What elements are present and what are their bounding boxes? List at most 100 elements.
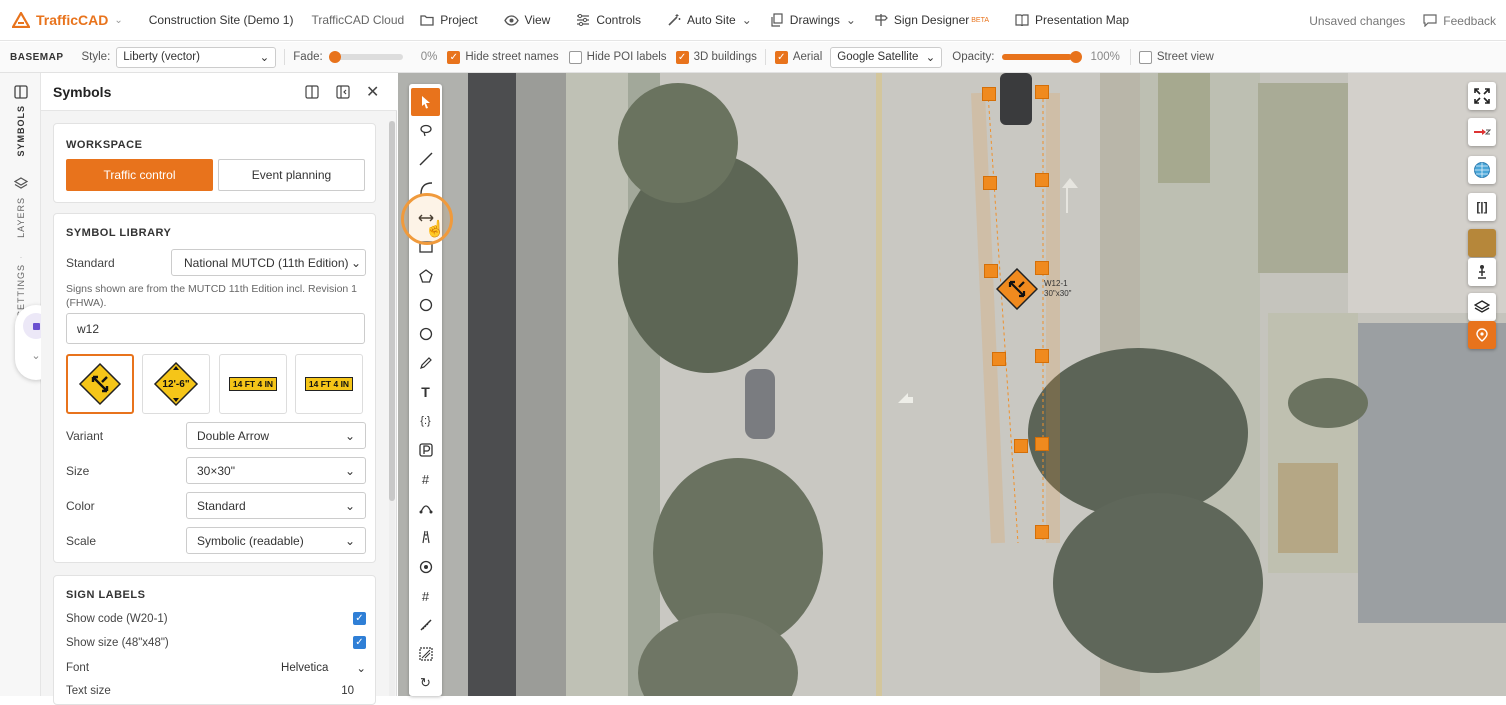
- lane-tool[interactable]: [411, 523, 440, 551]
- pencil-tool[interactable]: [411, 349, 440, 377]
- chevron-down-icon: ⌄: [114, 14, 123, 26]
- brand-menu[interactable]: TrafficCAD ⌄: [12, 12, 123, 28]
- nav-drawings[interactable]: Drawings ⌄: [770, 13, 856, 27]
- feedback-button[interactable]: Feedback: [1423, 14, 1496, 28]
- layers-button[interactable]: [1468, 293, 1496, 321]
- basemap-thumbnail[interactable]: [1468, 229, 1496, 257]
- ellipse-tool[interactable]: [411, 320, 440, 348]
- 3d-buildings-toggle[interactable]: ✓ 3D buildings: [675, 50, 757, 64]
- text-tool[interactable]: T: [411, 378, 440, 406]
- fade-slider-knob[interactable]: [328, 51, 341, 63]
- hide-poi-labels-toggle[interactable]: Hide POI labels: [568, 50, 667, 64]
- selection-handle[interactable]: [983, 176, 997, 190]
- opacity-slider[interactable]: [1002, 51, 1083, 63]
- sign-tile-w12-1[interactable]: [66, 354, 134, 414]
- opacity-slider-knob[interactable]: [1070, 51, 1083, 63]
- checkbox-unchecked[interactable]: [1138, 50, 1152, 64]
- sign-tile-height-rect[interactable]: 14 FT 4 IN: [219, 354, 287, 414]
- circle-tool[interactable]: [411, 291, 440, 319]
- selection-handle[interactable]: [992, 352, 1006, 366]
- show-size-checkbox[interactable]: ✓: [353, 636, 366, 649]
- polygon-tool[interactable]: [411, 262, 440, 290]
- nav-drawings-label: Drawings: [789, 13, 840, 27]
- street-view-toggle[interactable]: Street view: [1138, 50, 1214, 64]
- rail-crossing-icon: #: [421, 588, 430, 604]
- double-arrow-sign-icon: [78, 362, 122, 406]
- tile-3-text: 14 FT 4 IN: [228, 377, 278, 391]
- crosswalk-tool[interactable]: #: [411, 465, 440, 493]
- show-code-checkbox[interactable]: ✓: [353, 612, 366, 625]
- split-view-icon[interactable]: [305, 84, 319, 99]
- nav-auto-site[interactable]: Auto Site ⌄: [667, 13, 752, 27]
- sign-tile-clearance[interactable]: 12'-6": [142, 354, 210, 414]
- fullscreen-button[interactable]: [1468, 82, 1496, 110]
- nav-project[interactable]: Project: [420, 13, 478, 27]
- standard-select[interactable]: National MUTCD (11th Edition) ⌄: [171, 249, 366, 276]
- label-tool[interactable]: {:}: [411, 407, 440, 435]
- parking-tool[interactable]: [411, 436, 440, 464]
- rail-symbols-label: SYMBOLS: [15, 105, 26, 157]
- nav-presentation-map[interactable]: Presentation Map: [1015, 13, 1129, 27]
- checkbox-checked[interactable]: ✓: [774, 50, 788, 64]
- size-row: Size 30×30" ⌄: [66, 457, 366, 484]
- selection-handle[interactable]: [1035, 349, 1049, 363]
- rail-tab-layers[interactable]: LAYERS: [0, 177, 41, 238]
- street-view-button[interactable]: [1468, 258, 1496, 286]
- fade-slider[interactable]: [328, 51, 403, 63]
- sign-labels-card: SIGN LABELS Show code (W20-1) ✓ Show siz…: [53, 575, 376, 705]
- map-canvas[interactable]: W12-1 30"x30": [398, 73, 1506, 696]
- measure-tool[interactable]: [411, 611, 440, 639]
- placed-sign-icon[interactable]: [996, 268, 1038, 310]
- font-select[interactable]: Helvetica ⌄: [281, 661, 366, 675]
- symbol-search-input[interactable]: w12: [66, 313, 365, 344]
- selection-handle[interactable]: [1035, 173, 1049, 187]
- size-select[interactable]: 30×30" ⌄: [186, 457, 366, 484]
- nav-controls[interactable]: Controls: [576, 13, 641, 27]
- close-icon[interactable]: ✕: [366, 82, 379, 102]
- chevron-down-icon: ⌄: [259, 52, 270, 64]
- color-select[interactable]: Standard ⌄: [186, 492, 366, 519]
- checkbox-unchecked[interactable]: [568, 50, 582, 64]
- scale-select[interactable]: Symbolic (readable) ⌄: [186, 527, 366, 554]
- site-name[interactable]: Construction Site (Demo 1): [149, 13, 294, 27]
- selection-handle[interactable]: [1035, 85, 1049, 99]
- nav-view[interactable]: View: [503, 13, 550, 27]
- style-select[interactable]: Liberty (vector) ⌄: [116, 46, 277, 68]
- rail-tool[interactable]: #: [411, 582, 440, 610]
- checkbox-checked[interactable]: ✓: [447, 50, 461, 64]
- select-tool[interactable]: [411, 88, 440, 116]
- path-tool[interactable]: [411, 494, 440, 522]
- line-tool[interactable]: [411, 145, 440, 173]
- checkbox-checked[interactable]: ✓: [675, 50, 689, 64]
- rail-tab-symbols[interactable]: SYMBOLS: [0, 85, 41, 157]
- compass-button[interactable]: [1468, 118, 1496, 146]
- selection-handle[interactable]: [1035, 525, 1049, 539]
- traffic-control-button[interactable]: Traffic control: [66, 159, 213, 191]
- rotate-tool[interactable]: ↻: [411, 669, 440, 697]
- nav-sign-designer[interactable]: Sign Designer BETA: [874, 13, 989, 27]
- selection-handle[interactable]: [1014, 439, 1028, 453]
- lasso-tool[interactable]: [411, 116, 440, 144]
- cloud-link[interactable]: TrafficCAD Cloud: [311, 13, 404, 27]
- location-button[interactable]: [1468, 321, 1496, 349]
- aerial-toggle[interactable]: ✓ Aerial: [774, 50, 822, 64]
- hide-street-names-toggle[interactable]: ✓ Hide street names: [447, 50, 559, 64]
- collapse-panel-icon[interactable]: [336, 84, 350, 99]
- brackets-icon: {:}: [420, 415, 431, 427]
- sign-tile-height-arrow[interactable]: 14 FT 4 IN: [295, 354, 363, 414]
- scale-label: Scale: [66, 533, 97, 548]
- selection-handle[interactable]: [1035, 437, 1049, 451]
- show-code-row: Show code (W20-1) ✓: [66, 612, 366, 625]
- aerial-source-select[interactable]: Google Satellite ⌄: [830, 46, 943, 68]
- text-size-value[interactable]: 10: [341, 685, 354, 697]
- globe-button[interactable]: [1468, 156, 1496, 184]
- scrollbar-thumb[interactable]: [389, 121, 395, 501]
- point-tool[interactable]: [411, 553, 440, 581]
- area-tool[interactable]: [411, 640, 440, 668]
- event-planning-button[interactable]: Event planning: [218, 159, 365, 191]
- bracket-button[interactable]: [|]: [1468, 193, 1496, 221]
- chevron-down-icon[interactable]: ⌄: [31, 349, 40, 362]
- variant-select[interactable]: Double Arrow ⌄: [186, 422, 366, 449]
- panel-scrollbar[interactable]: [389, 121, 395, 696]
- selection-handle[interactable]: [982, 87, 996, 101]
